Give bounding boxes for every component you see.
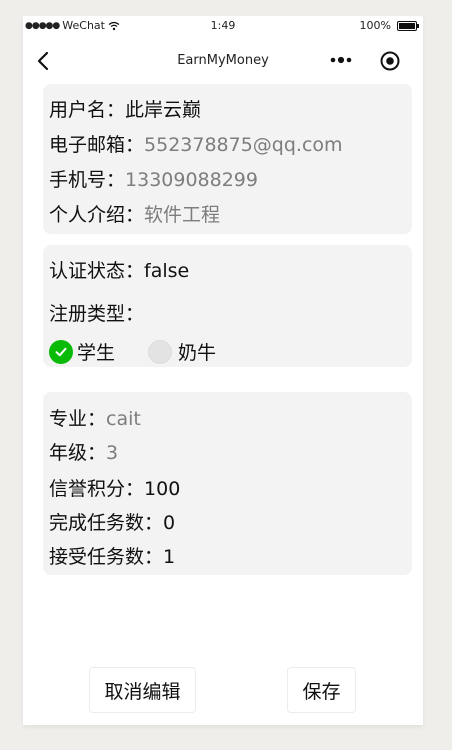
- phone-row: 手机号：13309088299: [49, 167, 258, 193]
- nav-bar: EarnMyMoney: [23, 44, 423, 78]
- save-button[interactable]: 保存: [287, 667, 356, 713]
- auth-value: false: [144, 260, 190, 282]
- credit-row: 信誉积分：100: [49, 476, 180, 502]
- phone-screen: ●●●●● WeChat 1:49 100% EarnMyMoney 用户名：此…: [23, 16, 423, 725]
- radio-option-cow[interactable]: 奶牛: [148, 338, 216, 365]
- intro-label: 个人介绍：: [49, 204, 145, 226]
- completed-row: 完成任务数：0: [49, 510, 175, 536]
- completed-value: 0: [163, 512, 176, 534]
- username-row: 用户名：此岸云巅: [49, 97, 201, 123]
- nav-title: EarnMyMoney: [177, 53, 269, 68]
- battery-group: 100%: [359, 19, 419, 32]
- status-bar: ●●●●● WeChat 1:49 100%: [23, 16, 423, 36]
- email-label: 电子邮箱：: [49, 134, 145, 156]
- credit-label: 信誉积分：: [49, 478, 145, 500]
- phone-field[interactable]: 13309088299: [125, 169, 258, 191]
- close-target-icon[interactable]: [379, 50, 401, 72]
- major-label: 专业：: [49, 408, 107, 430]
- username-label: 用户名：: [49, 99, 126, 121]
- username-value: 此岸云巅: [125, 99, 202, 121]
- credit-value: 100: [144, 478, 181, 500]
- grade-label: 年级：: [49, 442, 107, 464]
- radio-label-student: 学生: [77, 342, 116, 364]
- cancel-edit-button[interactable]: 取消编辑: [89, 667, 196, 713]
- profile-card: 用户名：此岸云巅 电子邮箱：552378875@qq.com 手机号：13309…: [43, 84, 412, 234]
- radio-checked-icon[interactable]: [49, 339, 73, 364]
- major-row: 专业：cait: [49, 406, 141, 432]
- intro-field[interactable]: 软件工程: [144, 204, 220, 226]
- auth-row: 认证状态：false: [49, 258, 189, 284]
- major-field[interactable]: cait: [106, 408, 141, 430]
- phone-label: 手机号：: [49, 169, 126, 191]
- register-type-radio-group: 学生 奶牛: [49, 338, 216, 365]
- registration-card: 认证状态：false 注册类型： 学生 奶牛: [43, 245, 412, 367]
- battery-percent: 100%: [359, 19, 391, 32]
- accepted-value: 1: [163, 546, 176, 568]
- more-dots-icon[interactable]: [327, 50, 355, 70]
- intro-row: 个人介绍：软件工程: [49, 202, 220, 228]
- email-row: 电子邮箱：552378875@qq.com: [49, 132, 343, 158]
- email-field[interactable]: 552378875@qq.com: [144, 134, 343, 156]
- grade-field[interactable]: 3: [106, 442, 118, 464]
- radio-label-cow: 奶牛: [178, 342, 217, 364]
- completed-label: 完成任务数：: [49, 512, 164, 534]
- radio-option-student[interactable]: 学生: [49, 338, 115, 365]
- grade-row: 年级：3: [49, 440, 118, 466]
- auth-label: 认证状态：: [49, 260, 145, 282]
- radio-unchecked-icon[interactable]: [148, 339, 173, 364]
- type-label: 注册类型：: [49, 303, 145, 325]
- battery-icon: [397, 20, 419, 31]
- accepted-label: 接受任务数：: [49, 546, 164, 568]
- accepted-row: 接受任务数：1: [49, 544, 175, 570]
- type-row: 注册类型：: [49, 301, 144, 327]
- student-info-card: 专业：cait 年级：3 信誉积分：100 完成任务数：0 接受任务数：1: [43, 392, 412, 575]
